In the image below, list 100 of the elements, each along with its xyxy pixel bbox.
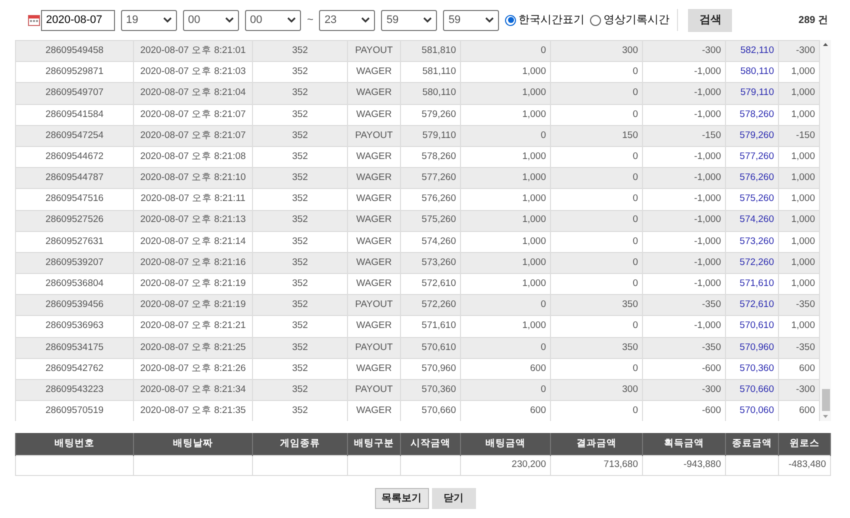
table-cell: 352 <box>252 125 348 146</box>
table-cell: 579,260 <box>400 104 460 126</box>
result-count: 289 건 <box>798 14 828 28</box>
table-cell: 1,000 <box>460 316 550 338</box>
table-cell: 28609549458 <box>16 40 134 62</box>
time-select[interactable]: 00 <box>245 10 301 30</box>
range-separator: ~ <box>307 12 314 28</box>
table-cell: 0 <box>550 188 642 210</box>
table-cell: 570,610 <box>400 337 460 358</box>
column-header: 배팅날짜 <box>134 433 252 455</box>
table-cell: WAGER <box>348 104 400 126</box>
table-cell: 579,110 <box>726 82 778 104</box>
table-cell: -483,480 <box>778 455 830 475</box>
table-cell: 2020-08-07 오후 8:21:04 <box>134 82 252 104</box>
scrollbar[interactable] <box>820 40 831 421</box>
chevron-icon <box>287 17 296 23</box>
table-cell: -150 <box>642 125 726 146</box>
column-header: 배팅금액 <box>460 433 550 455</box>
table-cell: 0 <box>550 316 642 338</box>
table-cell: -1,000 <box>642 188 726 210</box>
table-cell: 28609570519 <box>16 400 134 421</box>
table-cell: 28609536963 <box>16 316 134 338</box>
table-cell: 713,680 <box>550 455 642 475</box>
table-cell: 150 <box>550 125 642 146</box>
table-cell: 579,110 <box>400 125 460 146</box>
column-header: 게임종류 <box>252 433 348 455</box>
radio-button[interactable] <box>590 14 602 26</box>
table-cell: WAGER <box>348 82 400 104</box>
time-select[interactable]: 19 <box>121 10 177 30</box>
table-cell: 352 <box>252 316 348 338</box>
table-cell: 1,000 <box>460 104 550 126</box>
table-cell: 1,000 <box>460 82 550 104</box>
column-header: 배팅구분 <box>348 433 400 455</box>
table-cell: 1,000 <box>460 188 550 210</box>
column-header: 시작금액 <box>400 433 460 455</box>
table-cell: 1,000 <box>460 231 550 252</box>
action-button[interactable]: 목록보기 <box>374 488 428 508</box>
table-cell: WAGER <box>348 210 400 232</box>
table-cell: 574,260 <box>726 210 778 232</box>
table-cell: 2020-08-07 오후 8:21:14 <box>134 231 252 252</box>
table-cell: PAYOUT <box>348 337 400 358</box>
table-cell: -1,000 <box>642 231 726 252</box>
time-select[interactable]: 23 <box>319 10 376 30</box>
table-cell: 570,610 <box>726 316 778 338</box>
table-cell: 573,260 <box>726 231 778 252</box>
table-cell: 579,260 <box>726 125 778 146</box>
table-cell: 576,260 <box>400 188 460 210</box>
table-cell: 28609541584 <box>16 104 134 126</box>
table-cell: 230,200 <box>460 455 550 475</box>
table-cell: 28609534175 <box>16 337 134 358</box>
radio-label: 영상기록시간 <box>603 12 670 28</box>
table-cell: 0 <box>550 231 642 252</box>
table-cell: 352 <box>252 210 348 232</box>
column-header: 배팅번호 <box>16 433 134 455</box>
table-cell: 0 <box>460 337 550 358</box>
chevron-icon <box>361 17 370 23</box>
table-cell: 352 <box>252 337 348 358</box>
chevron-icon <box>485 17 494 23</box>
table-cell: 575,260 <box>400 210 460 232</box>
table-cell: 0 <box>550 104 642 126</box>
table-cell: -350 <box>642 337 726 358</box>
scrollbar-thumb[interactable] <box>822 389 830 411</box>
table-cell: 28609527526 <box>16 210 134 232</box>
search-button[interactable]: 검색 <box>688 8 732 32</box>
table-cell: 575,260 <box>726 188 778 210</box>
table-cell: -1,000 <box>642 210 726 232</box>
table-cell: 350 <box>550 337 642 358</box>
column-header: 결과금액 <box>550 433 642 455</box>
table-cell: 28609527631 <box>16 231 134 252</box>
table-cell: -1,000 <box>642 316 726 338</box>
table-cell: 2020-08-07 오후 8:21:11 <box>134 188 252 210</box>
table-cell: WAGER <box>348 188 400 210</box>
table-cell: 570,960 <box>726 337 778 358</box>
table-cell: 2020-08-07 오후 8:21:13 <box>134 210 252 232</box>
radio-button[interactable] <box>505 14 516 26</box>
table-cell: 0 <box>460 125 550 146</box>
time-select[interactable]: 59 <box>381 10 438 30</box>
table-cell: -1,000 <box>642 82 726 104</box>
chevron-icon <box>423 17 432 23</box>
table-cell: 574,260 <box>400 231 460 252</box>
table-cell: 28609549707 <box>16 82 134 104</box>
column-header: 윈로스 <box>778 433 830 455</box>
calendar-icon[interactable] <box>28 14 40 26</box>
table-cell: 352 <box>252 231 348 252</box>
table-cell: 352 <box>252 40 348 62</box>
table-cell: 0 <box>550 82 642 104</box>
table-cell: 2020-08-07 오후 8:21:07 <box>134 125 252 146</box>
table-cell: 571,610 <box>400 316 460 338</box>
table-cell: -943,880 <box>642 455 726 475</box>
time-select[interactable]: 00 <box>183 10 239 30</box>
table-cell: 0 <box>460 40 550 62</box>
table-cell: 2020-08-07 오후 8:21:25 <box>134 337 252 358</box>
date-field[interactable]: 2020-08-07 <box>41 10 115 30</box>
action-button[interactable]: 닫기 <box>432 488 476 508</box>
table-cell: 2020-08-07 오후 8:21:01 <box>134 40 252 62</box>
time-select[interactable]: 59 <box>443 10 500 30</box>
table-cell: 1,000 <box>460 210 550 232</box>
table-cell: 352 <box>252 188 348 210</box>
chevron-icon <box>163 17 172 23</box>
table-cell: PAYOUT <box>348 125 400 146</box>
